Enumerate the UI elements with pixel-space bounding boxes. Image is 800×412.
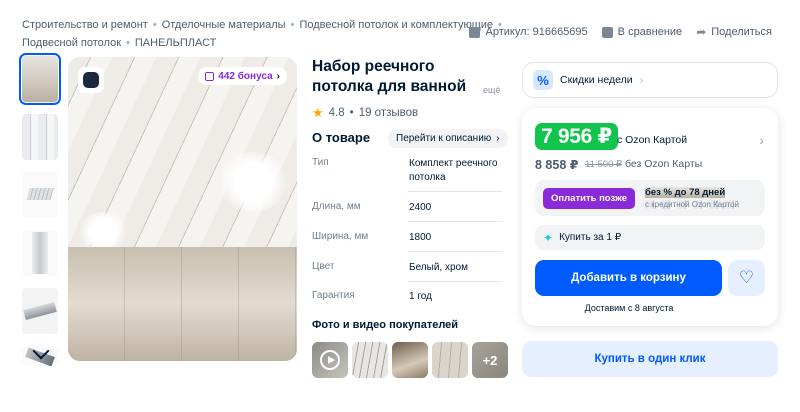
spec-key: Тип bbox=[312, 157, 329, 168]
spec-divider bbox=[408, 281, 502, 282]
thumbnail-5[interactable] bbox=[22, 288, 58, 334]
ugc-more[interactable]: +2 bbox=[472, 342, 508, 378]
percent-icon: % bbox=[533, 70, 553, 90]
regular-price: 8 858 ₽ bbox=[535, 158, 579, 172]
ugc-gallery: +2 bbox=[312, 342, 508, 378]
thumbnail-strip bbox=[19, 53, 61, 378]
tile-grid bbox=[68, 247, 297, 361]
spec-key: Ширина, мм bbox=[312, 231, 369, 242]
spec-value: 1 год bbox=[409, 291, 432, 302]
pay-later-block: Оплатить позже без % до 78 дней с кредит… bbox=[535, 180, 765, 216]
goto-description-label: Перейти к описанию bbox=[396, 133, 492, 144]
rating-value: 4.8 bbox=[328, 107, 345, 119]
thumbnail-4[interactable] bbox=[22, 230, 58, 276]
about-heading: О товаре bbox=[312, 130, 371, 145]
rating-dot: • bbox=[349, 107, 354, 119]
copy-icon bbox=[469, 26, 481, 38]
ugc-photo[interactable] bbox=[392, 342, 428, 378]
ugc-more-count: +2 bbox=[482, 352, 498, 368]
card-price-label: с Ozon Картой bbox=[617, 134, 688, 146]
spec-key: Гарантия bbox=[312, 290, 355, 301]
breadcrumb-item[interactable]: ПАНЕЛЬПЛАСТ bbox=[135, 37, 216, 49]
price-card: › 7 956 ₽ с Ozon Картой 8 858 ₽ 11 500 ₽… bbox=[522, 108, 778, 326]
top-actions: Артикул: 916665695 В сравнение ➦ Поделит… bbox=[469, 25, 772, 39]
thumbnail-3[interactable] bbox=[22, 172, 58, 218]
buy-for-one-label: Купить за 1 ₽ bbox=[559, 232, 622, 243]
bonus-label: 442 бонуса bbox=[218, 70, 273, 82]
heart-icon: ♡ bbox=[738, 268, 755, 287]
delivery-date: Доставим с 8 августа bbox=[584, 303, 674, 313]
title-more-link[interactable]: ещё bbox=[483, 85, 500, 95]
spec-value: 1800 bbox=[409, 232, 432, 243]
bonus-badge[interactable]: 442 бонуса › bbox=[198, 67, 287, 85]
ceiling-lamp bbox=[78, 212, 128, 252]
spec-divider bbox=[408, 221, 502, 222]
compare-icon bbox=[601, 26, 613, 38]
breadcrumb: Строительство и ремонт • Отделочные матери… bbox=[22, 16, 502, 52]
spec-value: Комплект реечного потолка bbox=[409, 158, 498, 183]
weekly-deals-banner[interactable]: % Скидки недели › bbox=[522, 62, 778, 98]
one-click-buy-button[interactable]: Купить в один клик bbox=[522, 341, 778, 377]
spec-value: 2400 bbox=[409, 202, 432, 213]
play-icon bbox=[320, 350, 340, 370]
ugc-heading: Фото и видео покупателей bbox=[312, 319, 459, 331]
breadcrumb-item[interactable]: Подвесной потолок bbox=[22, 37, 121, 49]
goto-description-button[interactable]: Перейти к описанию › bbox=[388, 129, 508, 148]
chevron-right-icon: › bbox=[639, 74, 644, 86]
gift-icon bbox=[205, 71, 215, 81]
pay-later-title: без % до 78 дней bbox=[645, 187, 726, 198]
sparkle-icon: ✦ bbox=[543, 230, 554, 245]
pay-later-button[interactable]: Оплатить позже bbox=[543, 188, 635, 209]
ceiling-lamp bbox=[218, 152, 288, 212]
weekly-deals-label: Скидки недели bbox=[560, 74, 633, 86]
breadcrumb-item[interactable]: Строительство и ремонт bbox=[22, 19, 148, 31]
no-card-label: без Ozon Карты bbox=[625, 158, 703, 170]
compare-button[interactable]: В сравнение bbox=[601, 26, 683, 38]
favorite-button[interactable]: ♡ bbox=[728, 260, 765, 296]
chevron-right-icon: › bbox=[276, 70, 280, 82]
breadcrumb-item[interactable]: Отделочные материалы bbox=[162, 19, 286, 31]
spec-divider bbox=[408, 251, 502, 252]
ugc-photo[interactable] bbox=[352, 342, 388, 378]
chevron-right-icon[interactable]: › bbox=[759, 132, 764, 148]
rating[interactable]: ★ 4.8 • 19 отзывов bbox=[312, 105, 418, 121]
share-icon: ➦ bbox=[696, 25, 707, 39]
pay-later-subtitle: с кредитной Ozon Картой bbox=[645, 200, 740, 209]
sku-label: Артикул: 916665695 bbox=[485, 26, 588, 38]
sku-copy[interactable]: Артикул: 916665695 bbox=[469, 26, 588, 38]
breadcrumb-separator: • bbox=[152, 19, 157, 31]
chevron-right-icon: › bbox=[496, 133, 500, 144]
spec-key: Цвет bbox=[312, 261, 335, 272]
brand-logo[interactable] bbox=[78, 67, 104, 93]
product-title: Набор реечного потолка для ванной bbox=[312, 58, 467, 95]
breadcrumb-item[interactable]: Подвесной потолок и комплектующие bbox=[299, 19, 493, 31]
thumbnail-2[interactable] bbox=[22, 114, 58, 160]
spec-value: Белый, хром bbox=[409, 262, 468, 273]
spec-divider bbox=[408, 191, 502, 192]
old-price: 11 500 ₽ bbox=[585, 159, 623, 170]
card-price: 7 956 ₽ bbox=[535, 123, 618, 150]
compare-label: В сравнение bbox=[617, 26, 683, 38]
ugc-video[interactable] bbox=[312, 342, 348, 378]
main-product-image[interactable]: 442 бонуса › bbox=[68, 57, 297, 361]
reviews-count: 19 отзывов bbox=[358, 107, 419, 119]
thumbnail-1[interactable] bbox=[19, 53, 61, 105]
share-label: Поделиться bbox=[711, 26, 772, 38]
star-icon: ★ bbox=[312, 105, 324, 120]
share-button[interactable]: ➦ Поделиться bbox=[696, 25, 772, 39]
ugc-photo[interactable] bbox=[432, 342, 468, 378]
spec-key: Длина, мм bbox=[312, 201, 361, 212]
buy-for-one-button[interactable]: ✦ Купить за 1 ₽ bbox=[535, 225, 765, 250]
add-to-cart-button[interactable]: Добавить в корзину bbox=[535, 260, 722, 296]
breadcrumb-separator: • bbox=[126, 37, 130, 49]
breadcrumb-separator: • bbox=[290, 19, 295, 31]
